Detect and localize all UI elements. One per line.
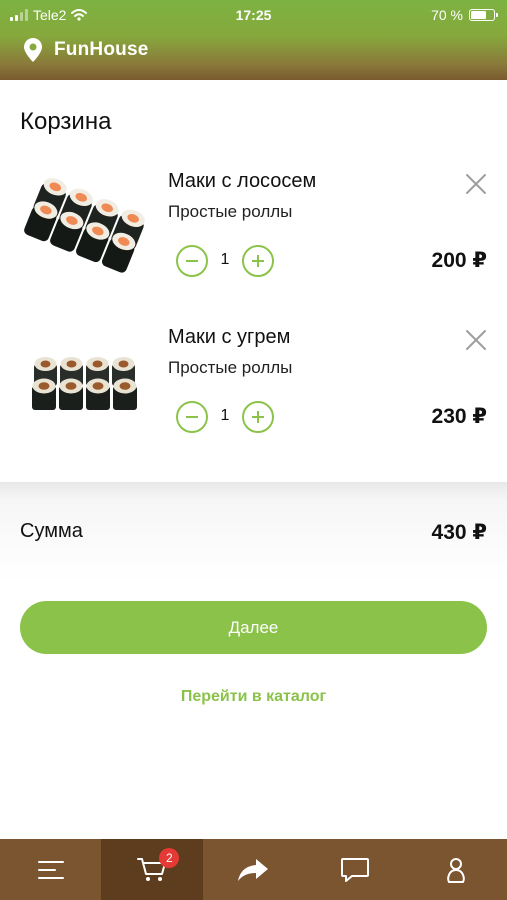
increase-quantity-button[interactable] <box>242 245 274 277</box>
quantity-stepper: 1 <box>176 401 276 433</box>
nav-share[interactable] <box>203 839 304 900</box>
nav-menu[interactable] <box>0 839 101 900</box>
sum-total: 430 ₽ <box>431 521 487 544</box>
menu-icon <box>37 860 64 879</box>
nav-profile[interactable] <box>406 839 507 900</box>
go-to-catalog-link[interactable]: Перейти в каталог <box>0 688 507 706</box>
page-title: Корзина <box>20 108 112 135</box>
close-icon <box>466 330 486 350</box>
item-category: Простые роллы <box>168 202 293 221</box>
item-price: 200 ₽ <box>431 249 487 272</box>
next-button[interactable]: Далее <box>20 601 487 654</box>
item-category: Простые роллы <box>168 358 293 377</box>
location-selector[interactable]: FunHouse <box>24 38 149 62</box>
location-pin-icon <box>24 38 42 62</box>
status-right: 70 % <box>431 7 498 23</box>
cart-summary: Сумма 430 ₽ <box>0 482 507 582</box>
app-header: Tele2 17:25 70 % FunHouse <box>0 0 507 80</box>
status-bar: Tele2 17:25 70 % <box>0 0 507 30</box>
item-name: Маки с лососем <box>168 170 317 192</box>
product-image <box>24 178 145 273</box>
quantity-value: 1 <box>220 407 230 424</box>
minus-icon <box>186 416 198 418</box>
sum-label: Сумма <box>20 520 83 542</box>
battery-icon <box>469 9 498 21</box>
nav-cart[interactable]: 2 <box>101 839 203 900</box>
brand-name: FunHouse <box>54 39 149 60</box>
minus-icon <box>186 260 198 262</box>
quantity-stepper: 1 <box>176 245 276 277</box>
battery-percent: 70 % <box>431 7 463 23</box>
remove-item-button[interactable] <box>462 170 490 198</box>
bottom-nav: 2 <box>0 839 507 900</box>
close-icon <box>466 174 486 194</box>
quantity-value: 1 <box>220 251 230 268</box>
nav-chat[interactable] <box>304 839 405 900</box>
share-icon <box>238 858 269 881</box>
decrease-quantity-button[interactable] <box>176 401 208 433</box>
decrease-quantity-button[interactable] <box>176 245 208 277</box>
item-price: 230 ₽ <box>431 405 487 428</box>
increase-quantity-button[interactable] <box>242 401 274 433</box>
item-name: Маки с угрем <box>168 326 291 348</box>
remove-item-button[interactable] <box>462 326 490 354</box>
profile-icon <box>447 857 466 883</box>
cart-count-badge: 2 <box>159 848 180 868</box>
product-image <box>32 357 137 410</box>
cart-item: Маки с лососем Простые роллы 1 200 ₽ <box>0 160 507 310</box>
chat-icon <box>340 857 369 882</box>
cart-item: Маки с угрем Простые роллы 1 230 ₽ <box>0 316 507 466</box>
